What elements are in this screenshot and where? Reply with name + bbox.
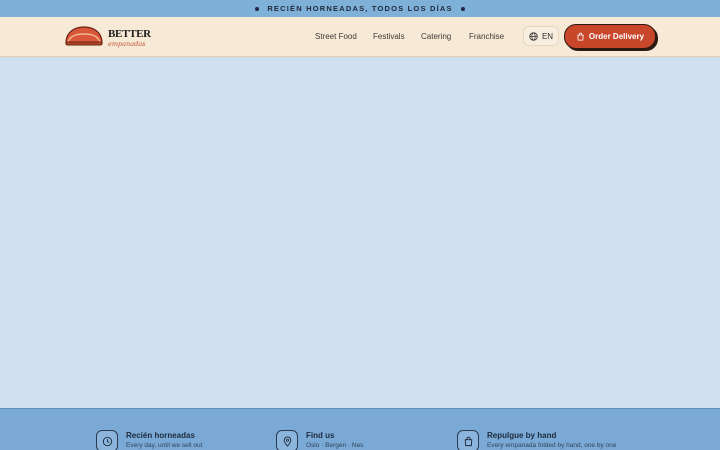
feature-title: Find us [306, 431, 335, 440]
bullet-dot [255, 6, 260, 11]
map-pin-icon [276, 430, 298, 450]
order-delivery-label: Order Delivery [588, 32, 645, 41]
language-label: EN [541, 31, 554, 41]
shopping-bag-icon [457, 430, 479, 450]
clock-icon [96, 430, 118, 450]
nav-link-street-food[interactable]: Street Food [315, 32, 357, 41]
feature-title: Recién horneadas [126, 431, 195, 440]
empanada-icon [65, 26, 103, 46]
order-delivery-button[interactable]: Order Delivery [564, 24, 656, 49]
feature-title: Repulgue by hand [487, 431, 557, 440]
bullet-dot [460, 6, 465, 11]
site-header: BETTER empanadas Street Food Festivals C… [0, 17, 720, 57]
nav-link-franchise[interactable]: Franchise [469, 32, 504, 41]
announcement-bar: RECIÉN HORNEADAS, TODOS LOS DÍAS [0, 0, 720, 17]
globe-icon [529, 31, 538, 41]
brand-logo[interactable]: BETTER empanadas [64, 25, 151, 51]
hero-section [0, 57, 720, 408]
brand-tagline: empanadas [108, 40, 146, 48]
language-selector[interactable]: EN [523, 26, 559, 46]
features-strip: Recién horneadas Every day, until we sel… [0, 408, 720, 450]
brand-name: BETTER [108, 28, 151, 40]
shopping-bag-icon [577, 32, 584, 41]
feature-desc: Oslo · Bergen · Nes [306, 442, 364, 449]
announcement-text: RECIÉN HORNEADAS, TODOS LOS DÍAS [267, 4, 453, 13]
feature-desc: Every empanada folded by hand, one by on… [487, 442, 617, 449]
nav-link-festivals[interactable]: Festivals [373, 32, 405, 41]
nav-link-catering[interactable]: Catering [421, 32, 451, 41]
feature-desc: Every day, until we sell out [126, 442, 203, 449]
